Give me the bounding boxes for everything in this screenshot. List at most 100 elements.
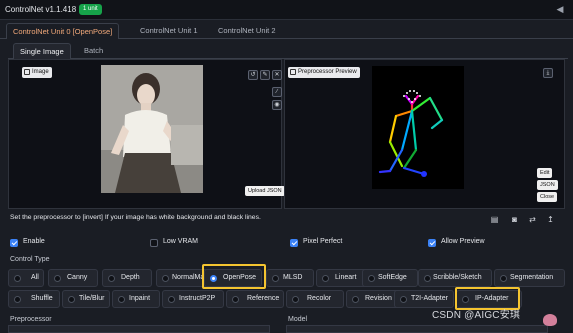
invert-hint-text: Set the preprocessor to [invert] If your… [10,214,261,221]
json-button[interactable]: JSON [537,180,558,190]
radio-all[interactable]: All [8,269,44,287]
low-vram-label: Low VRAM [163,238,199,245]
radio-dot [292,296,299,303]
close-preview-button[interactable]: Close [537,192,558,202]
radio-label: Tile/Blur [79,295,105,302]
radio-label: Reference [247,295,280,302]
radio-label: NormalMap [172,274,209,281]
radio-dot [68,296,75,303]
radio-label: Segmentation [510,274,554,281]
new-canvas-icon[interactable]: ▤ [490,215,499,224]
radio-label: Canny [67,274,88,281]
radio-label: Scribble/Sketch [433,274,482,281]
image-label-text: Image [32,69,49,75]
radio-dot [232,296,239,303]
radio-shuffle[interactable]: Shuffle [8,290,60,308]
send-dimensions-icon[interactable]: ↥ [546,215,555,224]
radio-label: Inpaint [129,295,151,302]
unit-tabs: ControlNet Unit 0 [OpenPose] ControlNet … [0,20,573,39]
control-type-label: Control Type [10,256,50,263]
camera-icon[interactable]: ◉ [272,100,282,110]
radio-label: OpenPose [223,274,257,281]
enable-label: Enable [23,238,45,245]
radio-label: Revision [365,295,392,302]
preview-label-text: Preprocessor Preview [298,69,357,75]
panel-title: ControlNet v1.1.418 [5,5,77,14]
close-icon[interactable]: ✕ [272,70,282,80]
radio-canny[interactable]: Canny [48,269,98,287]
unit-count-badge: 1 unit [79,4,102,15]
radio-depth[interactable]: Depth [102,269,152,287]
radio-label: MLSD [283,274,303,281]
preprocessor-label: Preprocessor [10,316,52,323]
radio-dot [14,275,21,282]
radio-dot [400,296,407,303]
radio-normalmap[interactable]: NormalMap [156,269,208,287]
radio-reference[interactable]: Reference [226,290,284,308]
radio-softedge[interactable]: SoftEdge [362,269,418,287]
model-dropdown[interactable] [286,325,548,333]
radio-lineart[interactable]: Lineart [316,269,368,287]
radio-tile-blur[interactable]: Tile/Blur [62,290,110,308]
radio-segmentation[interactable]: Segmentation [494,269,565,287]
edit-pose-button[interactable]: Edit [537,168,553,178]
pixel-perfect-label: Pixel Perfect [303,238,343,245]
preview-label-chip: Preprocessor Preview [288,67,360,78]
tab-unit-2[interactable]: ControlNet Unit 2 [212,23,282,39]
radio-label: InstructP2P [179,295,216,302]
radio-instructp2p[interactable]: InstructP2P [162,290,224,308]
radio-dot [118,296,125,303]
radio-dot [168,296,175,303]
webcam-icon[interactable]: ◙ [510,215,519,224]
brush-icon[interactable]: ∕ [272,87,282,97]
radio-mlsd[interactable]: MLSD [266,269,314,287]
download-icon[interactable]: ⤓ [543,68,553,78]
radio-openpose[interactable]: OpenPose [204,269,262,287]
preprocessor-dropdown[interactable] [8,325,270,333]
input-mode-tabs: Single Image Batch [8,43,568,59]
radio-dot [210,275,217,282]
radio-label: Depth [121,274,140,281]
control-type-radio-group: All Canny Depth NormalMap OpenPose MLSD … [8,268,565,310]
openpose-skeleton [378,90,444,177]
swap-dimensions-icon[interactable]: ⇄ [528,215,537,224]
edit-icon[interactable]: ✎ [260,70,270,80]
radio-dot [500,275,507,282]
accordion-header[interactable]: ControlNet v1.1.418 1 unit ◀ [0,0,573,20]
radio-dot [14,296,21,303]
tab-single-image[interactable]: Single Image [13,43,71,59]
radio-dot [162,275,169,282]
checkbox-indicator [150,239,158,247]
radio-dot [272,275,279,282]
radio-label: T2I-Adapter [411,295,448,302]
radio-label: All [31,274,39,281]
radio-recolor[interactable]: Recolor [286,290,344,308]
image-label-chip: Image [22,67,52,78]
upload-json-button[interactable]: Upload JSON [245,186,285,196]
radio-scribble-sketch[interactable]: Scribble/Sketch [418,269,492,287]
image-icon [290,69,296,75]
radio-dot [368,275,375,282]
radio-dot [108,275,115,282]
radio-dot [462,296,469,303]
radio-label: SoftEdge [378,274,407,281]
radio-label: Lineart [335,274,357,281]
radio-inpaint[interactable]: Inpaint [112,290,160,308]
tab-unit-0[interactable]: ControlNet Unit 0 [OpenPose] [6,23,120,39]
woman-photo-image [101,65,203,193]
radio-label: Recolor [307,295,332,302]
tab-batch[interactable]: Batch [78,43,109,59]
radio-dot [54,275,61,282]
radio-dot [322,275,329,282]
model-label: Model [288,316,308,323]
radio-dot [424,275,431,282]
collapse-caret-icon[interactable]: ◀ [555,4,565,14]
radio-label: IP-Adapter [475,295,509,302]
tab-unit-1[interactable]: ControlNet Unit 1 [134,23,204,39]
watermark-text: CSDN @AIGC安琪 [432,310,521,321]
radio-dot [352,296,359,303]
pose-skeleton-image [372,66,464,189]
checkbox-indicator [428,239,436,247]
cursor-hand-icon [543,314,557,326]
swap-icon[interactable]: ↺ [248,70,258,80]
